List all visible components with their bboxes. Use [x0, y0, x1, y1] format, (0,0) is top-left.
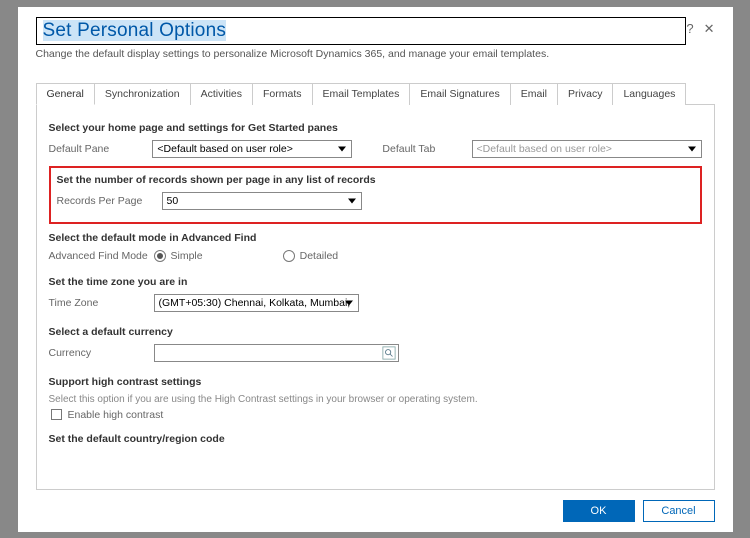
label-default-tab: Default Tab	[382, 143, 471, 155]
row-advanced-find: Advanced Find Mode Simple Detailed	[49, 250, 702, 262]
help-icon[interactable]: ?	[686, 21, 693, 36]
radio-group-advanced-find: Simple Detailed	[154, 250, 419, 262]
tab-strip: General Synchronization Activities Forma…	[36, 82, 715, 105]
dialog-title: Set Personal Options	[43, 20, 679, 42]
checkbox-high-contrast[interactable]	[51, 409, 62, 420]
lookup-currency[interactable]	[154, 344, 399, 362]
title-container: Set Personal Options	[36, 17, 686, 45]
select-timezone[interactable]	[154, 294, 359, 312]
section-currency-heading: Select a default currency	[49, 326, 702, 338]
section-homepage-heading: Select your home page and settings for G…	[49, 122, 702, 134]
tab-languages[interactable]: Languages	[612, 83, 686, 105]
radio-simple[interactable]: Simple	[154, 250, 203, 262]
tab-formats[interactable]: Formats	[252, 83, 313, 105]
row-timezone: Time Zone	[49, 294, 702, 312]
tab-email-signatures[interactable]: Email Signatures	[409, 83, 510, 105]
select-default-pane[interactable]	[152, 140, 352, 158]
select-records-per-page[interactable]	[162, 192, 362, 210]
radio-detailed-label: Detailed	[300, 250, 339, 262]
personal-options-dialog: Set Personal Options Change the default …	[18, 7, 733, 532]
section-timezone-heading: Set the time zone you are in	[49, 276, 702, 288]
label-advanced-find: Advanced Find Mode	[49, 250, 154, 262]
tab-activities[interactable]: Activities	[190, 83, 253, 105]
section-contrast-heading: Support high contrast settings	[49, 376, 702, 388]
radio-icon	[283, 250, 295, 262]
highlighted-section: Set the number of records shown per page…	[49, 166, 702, 224]
section-advanced-find-heading: Select the default mode in Advanced Find	[49, 232, 702, 244]
row-currency: Currency	[49, 344, 702, 362]
row-high-contrast[interactable]: Enable high contrast	[51, 409, 702, 421]
tab-email-templates[interactable]: Email Templates	[312, 83, 411, 105]
ok-button[interactable]: OK	[563, 500, 635, 522]
section-records-heading: Set the number of records shown per page…	[57, 174, 694, 186]
cancel-button[interactable]: Cancel	[643, 500, 715, 522]
tab-privacy[interactable]: Privacy	[557, 83, 613, 105]
tab-general[interactable]: General	[36, 83, 95, 105]
radio-simple-label: Simple	[171, 250, 203, 262]
label-currency: Currency	[49, 347, 154, 359]
row-default-pane: Default Pane Default Tab	[49, 140, 702, 158]
checkbox-high-contrast-label: Enable high contrast	[68, 409, 164, 421]
tab-email[interactable]: Email	[510, 83, 558, 105]
close-icon[interactable]: ✕	[704, 21, 715, 37]
label-records-per-page: Records Per Page	[57, 195, 162, 207]
header-actions: ? ✕	[686, 21, 714, 37]
contrast-helper-text: Select this option if you are using the …	[49, 394, 702, 405]
radio-icon	[154, 250, 166, 262]
section-region-heading: Set the default country/region code	[49, 433, 702, 445]
label-timezone: Time Zone	[49, 297, 154, 309]
radio-detailed[interactable]: Detailed	[283, 250, 339, 262]
dialog-header: Set Personal Options Change the default …	[36, 17, 715, 60]
content-area[interactable]: Select your home page and settings for G…	[36, 105, 715, 490]
select-default-tab[interactable]	[472, 140, 702, 158]
lookup-icon	[382, 346, 396, 360]
dialog-footer: OK Cancel	[36, 490, 715, 522]
tab-synchronization[interactable]: Synchronization	[94, 83, 191, 105]
dialog-subtitle: Change the default display settings to p…	[36, 48, 715, 60]
label-default-pane: Default Pane	[49, 143, 153, 155]
row-records-per-page: Records Per Page	[57, 192, 694, 210]
